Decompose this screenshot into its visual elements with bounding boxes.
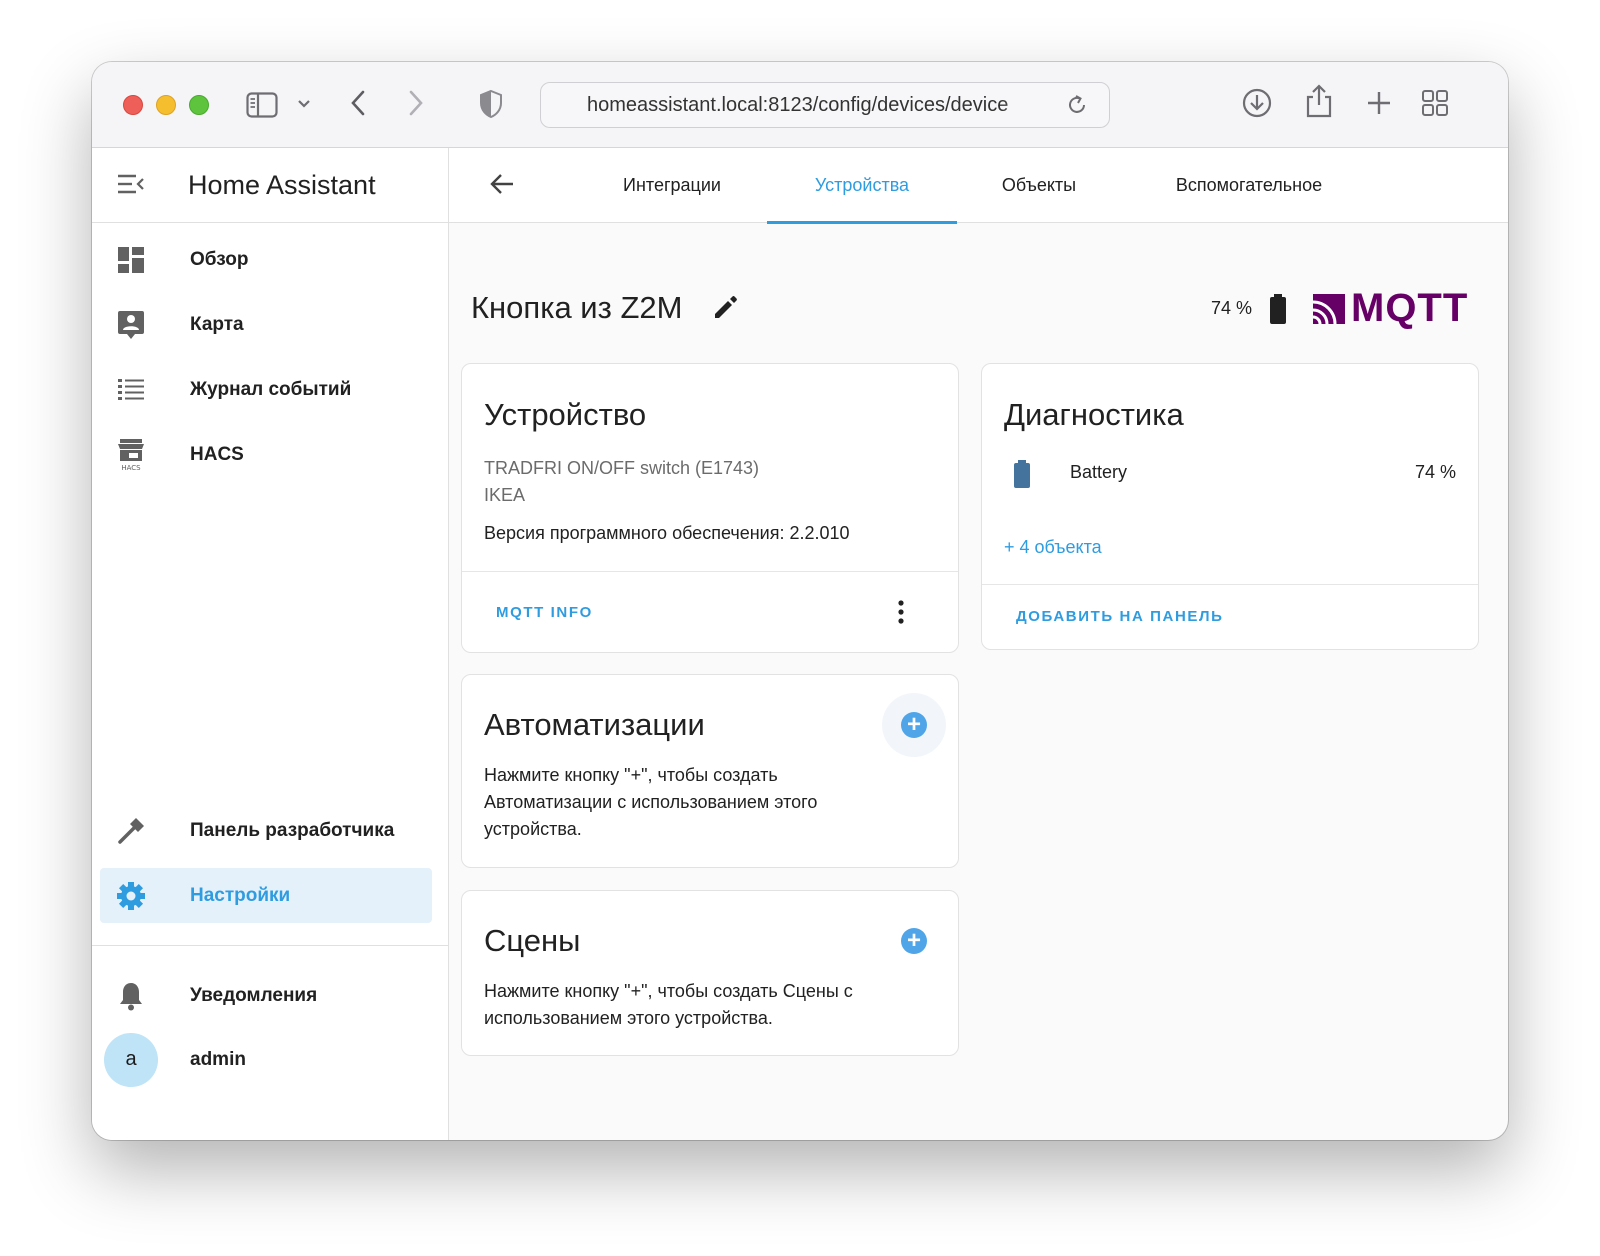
share-icon[interactable] (1304, 82, 1334, 120)
entity-value: 74 % (1414, 462, 1456, 482)
sidebar-header: Home Assistant (92, 148, 448, 223)
firmware-version: Версия программного обеспечения: 2.2.010 (484, 523, 850, 543)
sidebar: Home Assistant Обзор Карта Журнал событи… (92, 148, 449, 1140)
sidebar-item-logbook[interactable]: Журнал событий (100, 362, 432, 417)
automations-hint-line: Автоматизации с использованием этого (484, 792, 818, 812)
sidebar-divider (92, 945, 448, 946)
scenes-card-title: Сцены (484, 923, 581, 958)
device-model: TRADFRI ON/OFF switch (E1743) (484, 458, 760, 478)
card-divider (982, 584, 1478, 585)
sidebar-toggle-icon[interactable] (244, 88, 280, 122)
plus-circle-icon: + (901, 928, 927, 954)
shield-icon[interactable] (478, 88, 504, 120)
sidebar-item-label: Карта (190, 313, 244, 335)
hammer-icon (102, 816, 160, 846)
sidebar-item-label: Обзор (190, 248, 249, 270)
gear-icon (102, 881, 160, 911)
sidebar-item-overview[interactable]: Обзор (100, 232, 432, 287)
more-entities-link[interactable]: + 4 объекта (1004, 537, 1102, 558)
new-tab-icon[interactable] (1364, 88, 1394, 118)
device-name: Кнопка из Z2M (471, 290, 683, 325)
chevron-down-icon[interactable] (294, 94, 314, 114)
sidebar-item-notifications[interactable]: Уведомления (100, 968, 432, 1023)
browser-window: homeassistant.local:8123/config/devices/… (92, 62, 1508, 1140)
list-icon (102, 378, 160, 402)
sidebar-item-label: Настройки (190, 884, 291, 906)
avatar-wrapper: a (102, 1032, 160, 1087)
hacs-icon: HACS (102, 438, 160, 472)
forward-icon[interactable] (402, 88, 430, 118)
automations-hint-line: Нажмите кнопку "+", чтобы создать (484, 765, 778, 785)
app-title: Home Assistant (188, 170, 376, 200)
more-vertical-icon[interactable] (898, 600, 904, 629)
back-arrow-icon[interactable] (489, 172, 515, 201)
hacs-icon-caption: HACS (121, 464, 141, 472)
scenes-hint-line: использованием этого устройства. (484, 1008, 773, 1028)
main-content: Интеграции Устройства Объекты Вспомогате… (449, 148, 1508, 1140)
plus-circle-icon: + (901, 712, 927, 738)
sidebar-item-settings[interactable]: Настройки (100, 868, 432, 923)
menu-collapse-icon[interactable] (118, 174, 144, 199)
address-bar[interactable]: homeassistant.local:8123/config/devices/… (540, 82, 1110, 128)
mqtt-info-button[interactable]: MQTT INFO (496, 604, 593, 621)
battery-icon (1269, 294, 1287, 329)
close-window-button[interactable] (123, 95, 143, 115)
avatar: a (104, 1032, 158, 1087)
device-card-title: Устройство (484, 397, 647, 432)
card-divider (462, 571, 958, 572)
tab-entities[interactable]: Объекты (965, 148, 1113, 223)
automations-card-title: Автоматизации (484, 707, 705, 742)
tab-devices[interactable]: Устройства (767, 148, 957, 224)
diagnostics-card-title: Диагностика (1004, 397, 1184, 432)
tab-helpers[interactable]: Вспомогательное (1139, 148, 1359, 223)
downloads-icon[interactable] (1240, 86, 1274, 120)
sidebar-item-label: HACS (190, 443, 244, 465)
edit-pencil-icon[interactable] (711, 294, 739, 327)
tab-integrations[interactable]: Интеграции (589, 148, 755, 223)
sidebar-item-label: Уведомления (190, 984, 318, 1006)
tab-overview-icon[interactable] (1420, 88, 1450, 118)
automations-hint-line: устройства. (484, 819, 582, 839)
battery-entity-icon (1014, 460, 1030, 493)
sidebar-item-map[interactable]: Карта (100, 297, 432, 352)
dashboard-icon (102, 246, 160, 273)
diagnostics-card: Диагностика Battery 74 % + 4 объекта ДОБ… (981, 363, 1479, 650)
scenes-hint-line: Нажмите кнопку "+", чтобы создать Сцены … (484, 981, 853, 1001)
add-scene-button[interactable]: + (882, 909, 946, 973)
device-info-card: Устройство TRADFRI ON/OFF switch (E1743)… (461, 363, 959, 653)
entity-name[interactable]: Battery (1070, 462, 1127, 483)
scenes-card: Сцены + Нажмите кнопку "+", чтобы создат… (461, 890, 959, 1056)
reload-icon[interactable] (1065, 93, 1089, 117)
add-automation-button[interactable]: + (882, 693, 946, 757)
url-text: homeassistant.local:8123/config/devices/… (587, 94, 1009, 116)
sidebar-item-label: Журнал событий (190, 378, 352, 400)
mqtt-logo-text: MQTT (1351, 286, 1469, 330)
add-to-dashboard-button[interactable]: ДОБАВИТЬ НА ПАНЕЛЬ (1016, 608, 1224, 625)
back-icon[interactable] (344, 88, 372, 118)
sidebar-item-label: Панель разработчика (190, 819, 395, 841)
sidebar-item-user[interactable]: a admin (100, 1032, 432, 1087)
sidebar-item-developer-tools[interactable]: Панель разработчика (100, 803, 432, 858)
bell-icon (102, 981, 160, 1011)
minimize-window-button[interactable] (156, 95, 176, 115)
sidebar-item-hacs[interactable]: HACS HACS (100, 427, 432, 482)
browser-toolbar: homeassistant.local:8123/config/devices/… (92, 62, 1508, 148)
mqtt-logo: MQTT (1313, 288, 1468, 328)
device-manufacturer: IKEA (484, 485, 526, 505)
zoom-window-button[interactable] (189, 95, 209, 115)
sidebar-item-label: admin (190, 1048, 246, 1070)
mqtt-waves-icon (1313, 294, 1345, 325)
tab-bar: Интеграции Устройства Объекты Вспомогате… (449, 148, 1508, 224)
map-account-icon (102, 310, 160, 340)
battery-level: 74 % (1211, 298, 1253, 318)
automations-card: Автоматизации + Нажмите кнопку "+", чтоб… (461, 674, 959, 868)
